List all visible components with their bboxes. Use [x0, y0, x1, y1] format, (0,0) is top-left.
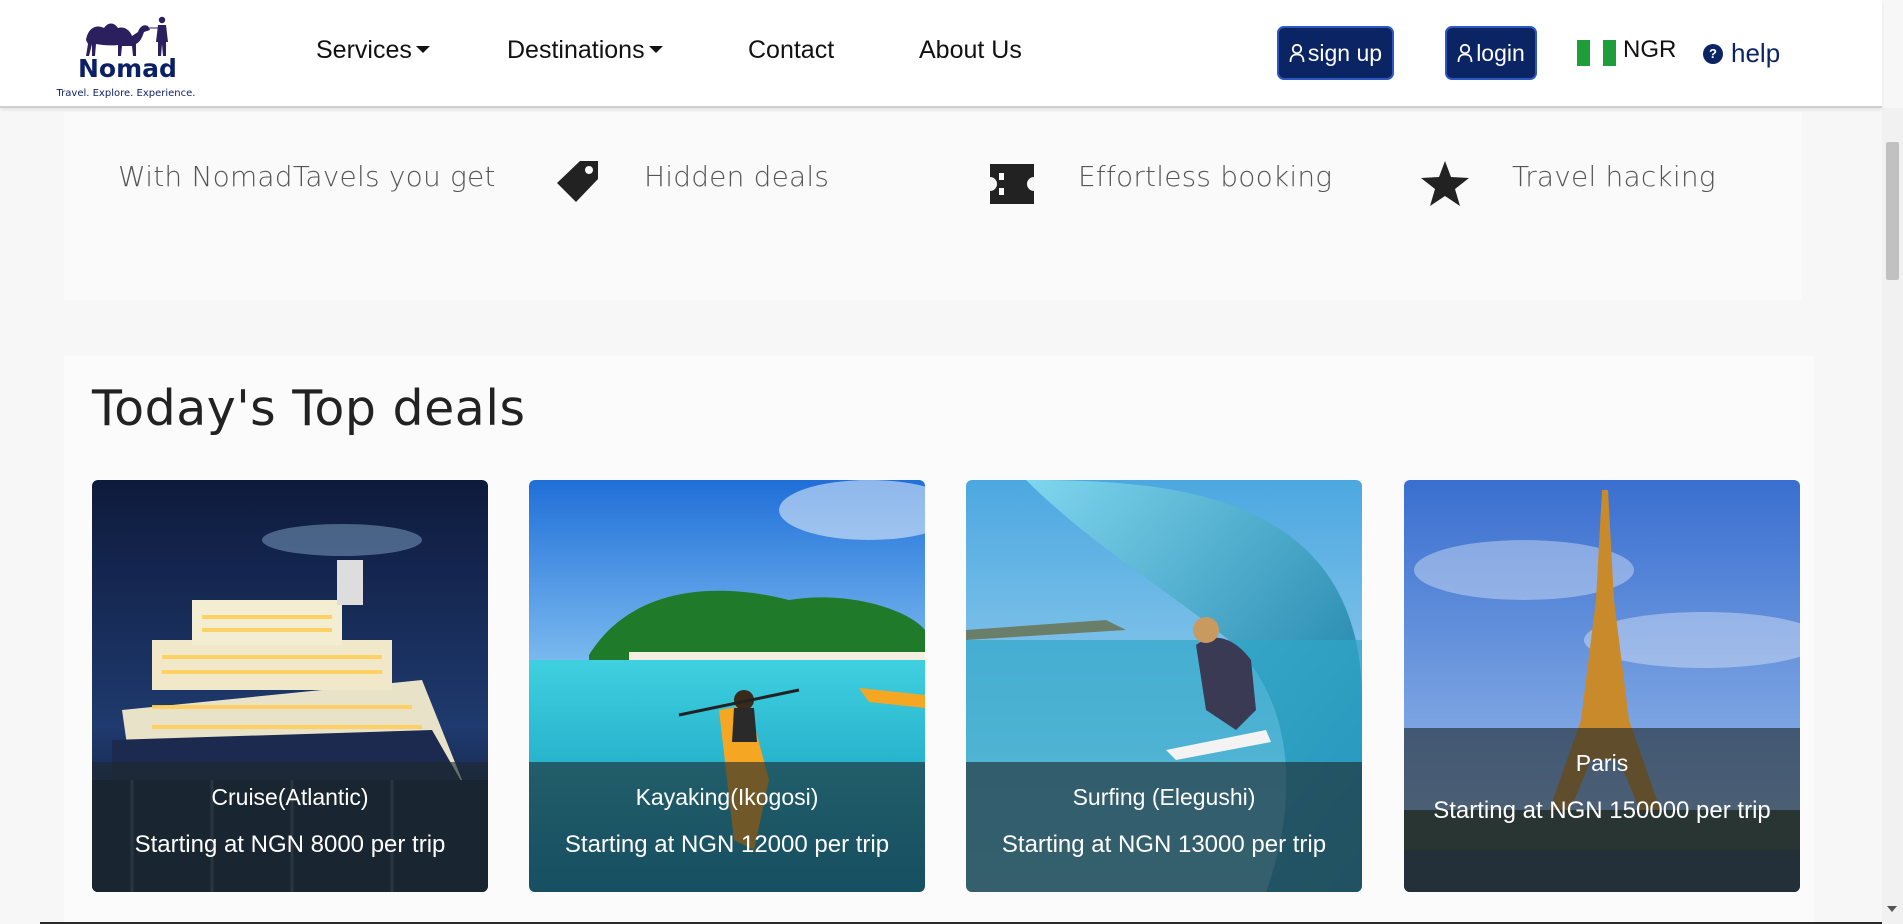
currency-selector[interactable]: NGR	[1623, 36, 1676, 64]
logo-name: Nomad	[78, 54, 177, 83]
help-link[interactable]: ? help	[1703, 38, 1780, 69]
scrollbar-thumb[interactable]	[1886, 142, 1899, 280]
card-overlay: Surfing (Elegushi) Starting at NGN 13000…	[966, 762, 1362, 892]
question-circle-icon: ?	[1703, 43, 1723, 64]
deal-card-paris[interactable]: Paris Starting at NGN 150000 per trip	[1404, 480, 1800, 892]
ticket-icon	[990, 164, 1034, 204]
benefits-strip: With NomadTavels you get Hidden deals Ef…	[64, 112, 1802, 300]
card-overlay: Kayaking(Ikogosi) Starting at NGN 12000 …	[529, 762, 925, 892]
user-icon	[1457, 43, 1473, 63]
card-overlay: Paris Starting at NGN 150000 per trip	[1404, 728, 1800, 892]
site-header: Nomad Travel. Explore. Experience. Servi…	[0, 0, 1882, 108]
nav-contact-label: Contact	[748, 36, 835, 64]
deal-card-kayaking[interactable]: Kayaking(Ikogosi) Starting at NGN 12000 …	[529, 480, 925, 892]
deal-name: Surfing (Elegushi)	[1072, 784, 1256, 810]
deal-card-surfing[interactable]: Surfing (Elegushi) Starting at NGN 13000…	[966, 480, 1362, 892]
nav-about-label: About Us	[919, 36, 1022, 64]
page-scrollbar[interactable]	[1882, 108, 1903, 924]
deal-name: Cruise(Atlantic)	[211, 784, 369, 810]
login-label: login	[1476, 39, 1525, 66]
tag-icon	[557, 161, 598, 202]
benefit-travel-hacking: Travel hacking	[1512, 160, 1716, 193]
nav-destinations-label: Destinations	[507, 36, 645, 64]
nigeria-flag-icon[interactable]	[1577, 40, 1616, 66]
benefit-effortless-booking: Effortless booking	[1078, 160, 1333, 193]
nav-destinations[interactable]: Destinations	[507, 36, 663, 65]
caret-down-icon	[648, 46, 663, 54]
caret-down-icon	[415, 46, 430, 54]
deal-name: Kayaking(Ikogosi)	[635, 784, 819, 810]
benefits-intro: With NomadTavels you get	[118, 160, 496, 193]
benefit-hidden-deals: Hidden deals	[644, 160, 830, 193]
deal-price: Starting at NGN 12000 per trip	[564, 831, 890, 858]
sign-up-button[interactable]: sign up	[1277, 26, 1394, 80]
logo[interactable]: Nomad Travel. Explore. Experience.	[56, 14, 196, 102]
user-icon	[1289, 43, 1305, 63]
scroll-down-arrow-icon[interactable]	[1887, 906, 1897, 912]
star-icon	[1421, 161, 1469, 206]
top-deals-section: Today's Top deals Cruise(Atlantic) Start…	[64, 356, 1814, 924]
sign-up-label: sign up	[1307, 39, 1383, 66]
deal-name: Paris	[1575, 750, 1629, 776]
nav-about-us[interactable]: About Us	[919, 36, 1022, 65]
card-overlay: Cruise(Atlantic) Starting at NGN 8000 pe…	[92, 762, 488, 892]
deals-title: Today's Top deals	[92, 380, 526, 437]
login-button[interactable]: login	[1445, 26, 1537, 80]
camel-logo-icon	[86, 16, 168, 56]
nav-services[interactable]: Services	[316, 36, 430, 65]
nav-services-label: Services	[316, 36, 412, 64]
nav-contact[interactable]: Contact	[748, 36, 834, 65]
deal-price: Starting at NGN 8000 per trip	[134, 831, 446, 858]
deal-price: Starting at NGN 13000 per trip	[1001, 831, 1327, 858]
deal-price: Starting at NGN 150000 per trip	[1433, 797, 1771, 824]
deal-card-cruise[interactable]: Cruise(Atlantic) Starting at NGN 8000 pe…	[92, 480, 488, 892]
help-label: help	[1731, 38, 1781, 68]
logo-tagline: Travel. Explore. Experience.	[56, 88, 196, 99]
